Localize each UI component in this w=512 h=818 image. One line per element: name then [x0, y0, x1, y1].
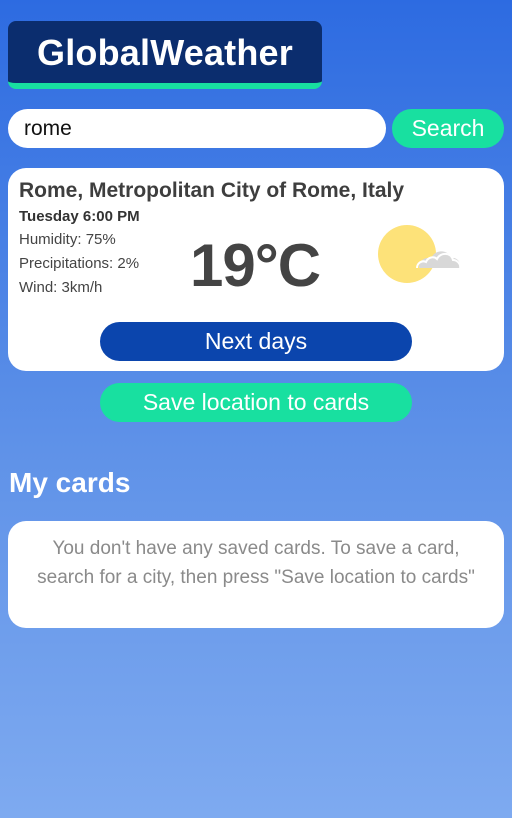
- partly-sunny-icon: [378, 225, 462, 283]
- precipitation-value: 2%: [117, 255, 140, 272]
- humidity-stat: Humidity: 75%: [19, 231, 116, 248]
- wind-label: Wind:: [19, 279, 58, 296]
- wind-stat: Wind: 3km/h: [19, 279, 102, 296]
- app-logo: GlobalWeather: [8, 21, 322, 89]
- precipitation-label: Precipitations:: [19, 255, 114, 272]
- location-name: Rome, Metropolitan City of Rome, Italy: [19, 179, 405, 202]
- next-days-button[interactable]: Next days: [100, 322, 412, 361]
- humidity-value: 75%: [85, 231, 116, 248]
- search-input[interactable]: [8, 109, 386, 148]
- save-location-button[interactable]: Save location to cards: [100, 383, 412, 422]
- precipitation-stat: Precipitations: 2%: [19, 255, 139, 272]
- humidity-label: Humidity:: [19, 231, 82, 248]
- search-button[interactable]: Search: [392, 109, 504, 148]
- app-title: GlobalWeather: [37, 32, 293, 73]
- empty-cards-message: You don't have any saved cards. To save …: [8, 521, 504, 628]
- temperature: 19°C: [190, 232, 321, 299]
- weather-card: Rome, Metropolitan City of Rome, Italy T…: [8, 168, 504, 371]
- forecast-datetime: Tuesday 6:00 PM: [19, 208, 140, 225]
- wind-value: 3km/h: [61, 279, 103, 296]
- my-cards-heading: My cards: [9, 467, 131, 498]
